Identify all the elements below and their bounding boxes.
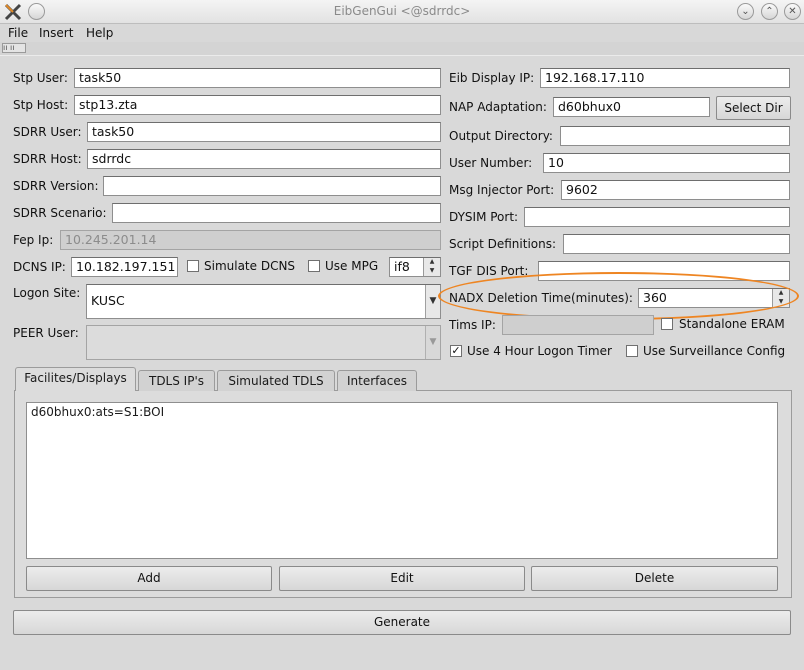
eib-display-ip-field[interactable]: 192.168.17.110 — [540, 68, 790, 88]
sdrr-host-label: SDRR Host: — [13, 152, 82, 166]
dcns-ip-label: DCNS IP: — [13, 260, 66, 274]
eib-display-ip-label: Eib Display IP: — [449, 71, 535, 85]
sdrr-user-label: SDRR User: — [13, 125, 82, 139]
use-mpg-label: Use MPG — [325, 259, 379, 273]
title-bar: EibGenGui <@sdrrdc> ⌄ ⌃ ✕ — [0, 0, 804, 24]
output-directory-label: Output Directory: — [449, 129, 553, 143]
user-number-field[interactable]: 10 — [543, 153, 790, 173]
simulate-dcns-checkbox[interactable] — [187, 260, 199, 272]
nap-adaptation-field[interactable]: d60bhux0 — [553, 97, 710, 117]
stp-user-label: Stp User: — [13, 71, 68, 85]
edit-button[interactable]: Edit — [279, 566, 525, 591]
peer-user-label: PEER User: — [13, 326, 79, 340]
stp-user-field[interactable]: task50 — [74, 68, 441, 88]
tab-interfaces[interactable]: Interfaces — [337, 370, 417, 391]
sdrr-version-label: SDRR Version: — [13, 179, 99, 193]
nap-adaptation-label: NAP Adaptation: — [449, 100, 547, 114]
tab-simulated-tdls[interactable]: Simulated TDLS — [217, 370, 335, 391]
tab-facilities-displays[interactable]: Facilites/Displays — [15, 367, 136, 391]
tab-tdls-ips[interactable]: TDLS IP's — [138, 370, 215, 391]
output-directory-field[interactable] — [560, 126, 790, 146]
select-dir-button[interactable]: Select Dir — [716, 96, 791, 120]
window-title: EibGenGui <@sdrrdc> — [333, 4, 471, 18]
fep-ip-label: Fep Ip: — [13, 233, 54, 247]
sdrr-host-field[interactable]: sdrrdc — [87, 149, 441, 169]
msg-injector-port-field[interactable]: 9602 — [561, 180, 790, 200]
menu-bar: File Insert Help — [0, 24, 804, 42]
simulate-dcns-label: Simulate DCNS — [204, 259, 296, 273]
dysim-port-field[interactable] — [524, 207, 790, 227]
stp-host-field[interactable]: stp13.zta — [74, 95, 441, 115]
maximize-button[interactable]: ⌃ — [761, 3, 778, 20]
standalone-eram-checkbox[interactable] — [661, 318, 673, 330]
logon-site-combo[interactable]: KUSC — [86, 284, 441, 319]
sdrr-scenario-field[interactable] — [112, 203, 441, 223]
stp-host-label: Stp Host: — [13, 98, 69, 112]
menu-help[interactable]: Help — [86, 26, 113, 40]
add-button[interactable]: Add — [26, 566, 272, 591]
tims-ip-label: Tims IP: — [449, 318, 496, 332]
interface-spin-arrows[interactable]: ▲ ▼ — [423, 258, 440, 276]
standalone-eram-label: Standalone ERAM — [679, 317, 785, 331]
tearoff-handle[interactable]: ıı ıı — [2, 43, 26, 53]
highlight-ellipse — [438, 272, 799, 320]
dcns-ip-field[interactable]: 10.182.197.151 — [71, 257, 178, 277]
sdrr-user-field[interactable]: task50 — [87, 122, 441, 142]
menu-file[interactable]: File — [8, 26, 28, 40]
user-number-label: User Number: — [449, 156, 533, 170]
sdrr-version-field[interactable] — [103, 176, 441, 196]
close-button[interactable]: ✕ — [784, 3, 801, 20]
script-definitions-label: Script Definitions: — [449, 237, 557, 251]
dysim-port-label: DYSIM Port: — [449, 210, 519, 224]
delete-button[interactable]: Delete — [531, 566, 778, 591]
generate-button[interactable]: Generate — [13, 610, 791, 635]
minimize-button[interactable]: ⌄ — [737, 3, 754, 20]
list-item[interactable]: d60bhux0:ats=S1:BOI — [27, 403, 777, 421]
logon-site-value: KUSC — [91, 293, 125, 308]
msg-injector-port-label: Msg Injector Port: — [449, 183, 555, 197]
tims-ip-field — [502, 315, 654, 335]
use-4hour-label: Use 4 Hour Logon Timer — [467, 344, 612, 358]
facilities-list[interactable]: d60bhux0:ats=S1:BOI — [26, 402, 778, 559]
spin-up-icon[interactable]: ▲ — [424, 258, 440, 267]
script-definitions-field[interactable] — [563, 234, 790, 254]
interface-value: if8 — [394, 259, 410, 274]
peer-user-combo — [86, 325, 441, 360]
peer-chevron-down-icon: ▼ — [425, 326, 440, 359]
menu-insert[interactable]: Insert — [39, 26, 73, 40]
use-4hour-checkbox[interactable]: ✓ — [450, 345, 462, 357]
spin-down-icon[interactable]: ▼ — [424, 267, 440, 276]
fep-ip-field: 10.245.201.14 — [60, 230, 441, 250]
chevron-down-icon[interactable]: ▼ — [425, 285, 440, 318]
use-surveillance-label: Use Surveillance Config — [643, 344, 786, 358]
logon-site-label: Logon Site: — [13, 286, 81, 300]
use-surveillance-checkbox[interactable] — [626, 345, 638, 357]
sdrr-scenario-label: SDRR Scenario: — [13, 206, 107, 220]
use-mpg-checkbox[interactable] — [308, 260, 320, 272]
